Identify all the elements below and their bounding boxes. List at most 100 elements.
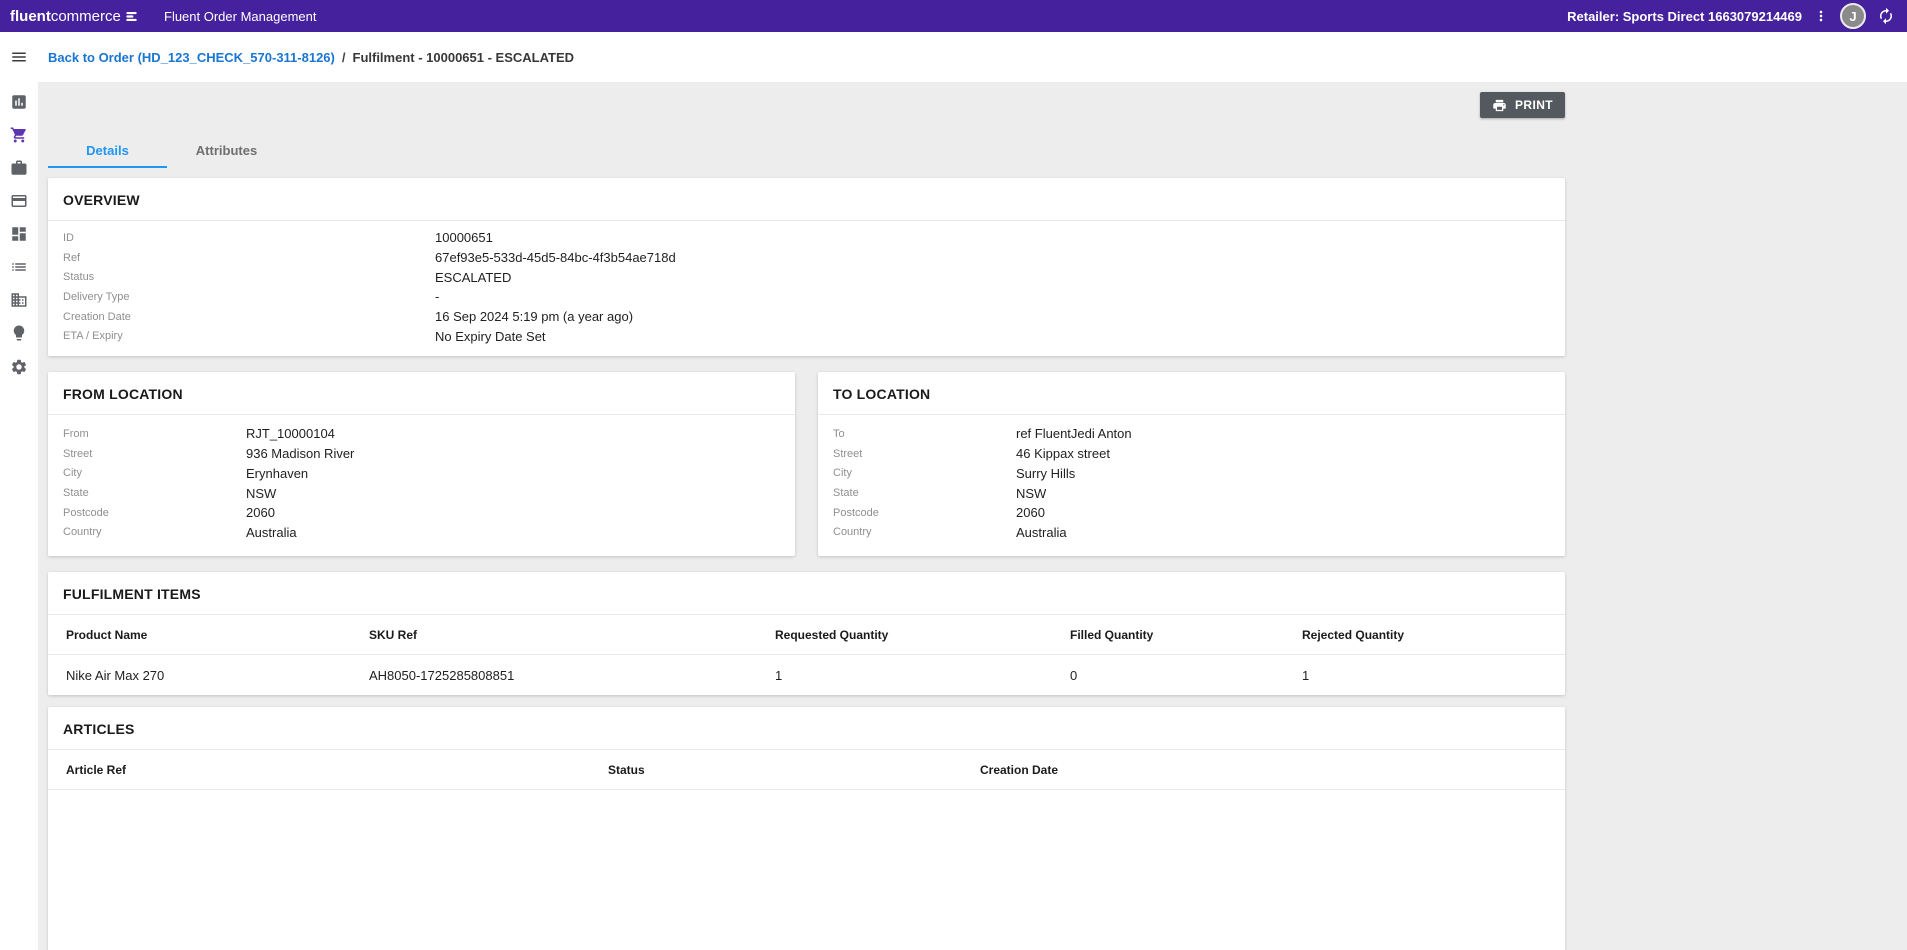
overview-row-delivery-type: Delivery Type-: [48, 287, 1565, 307]
brand-mark-icon: [125, 10, 138, 23]
field-label: To: [833, 428, 1016, 440]
field-label: Creation Date: [63, 311, 435, 323]
left-nav-rail: [0, 32, 38, 950]
overview-row-id: ID10000651: [48, 228, 1565, 248]
from-location-rows: FromRJT_10000104 Street936 Madison River…: [48, 415, 795, 556]
field-value: RJT_10000104: [246, 426, 795, 441]
print-button-label: PRINT: [1515, 98, 1553, 112]
overview-row-eta-expiry: ETA / ExpiryNo Expiry Date Set: [48, 326, 1565, 346]
to-location-card: TO LOCATION Toref FluentJedi Anton Stree…: [818, 372, 1565, 556]
overview-rows: ID10000651 Ref67ef93e5-533d-45d5-84bc-4f…: [48, 221, 1565, 356]
status-value: ESCALATED: [435, 270, 1565, 285]
field-label: Postcode: [63, 507, 246, 519]
from-row-city: CityErynhaven: [48, 464, 795, 484]
field-label: City: [63, 467, 246, 479]
kebab-menu-icon[interactable]: [1813, 6, 1829, 26]
fluent-commerce-logo[interactable]: fluentcommerce: [10, 9, 160, 24]
sidebar-item-settings[interactable]: [0, 350, 38, 383]
sidebar-item-insights[interactable]: [0, 316, 38, 349]
brand-text-bold: fluent: [10, 8, 51, 25]
field-label: Country: [833, 526, 1016, 538]
shopping-cart-icon: [10, 126, 28, 144]
from-location-card-title: FROM LOCATION: [48, 372, 795, 415]
bar-chart-icon: [10, 93, 28, 111]
topbar-right-group: Retailer: Sports Direct 1663079214469 J: [1567, 3, 1895, 29]
field-label: Street: [63, 448, 246, 460]
breadcrumb: Back to Order (HD_123_CHECK_570-311-8126…: [38, 32, 1907, 82]
column-header: Filled Quantity: [1052, 628, 1284, 642]
sidebar-item-dashboard[interactable]: [0, 217, 38, 250]
field-label: Status: [63, 271, 435, 283]
hamburger-menu-button[interactable]: [0, 32, 38, 82]
sku-ref-cell: AH8050-1725285808851: [351, 668, 757, 683]
column-header: Status: [590, 763, 962, 777]
field-value: Erynhaven: [246, 466, 795, 481]
requested-quantity-cell: 1: [757, 668, 1052, 683]
rejected-quantity-cell: 1: [1284, 668, 1565, 683]
to-row-city: CitySurry Hills: [818, 464, 1565, 484]
sync-icon[interactable]: [1877, 7, 1895, 25]
column-header: Article Ref: [48, 763, 590, 777]
overview-card: OVERVIEW ID10000651 Ref67ef93e5-533d-45d…: [48, 178, 1565, 356]
retailer-label: Retailer: Sports Direct 1663079214469: [1567, 9, 1802, 24]
from-row-street: Street936 Madison River: [48, 444, 795, 464]
breadcrumb-back-to-order-link[interactable]: Back to Order (HD_123_CHECK_570-311-8126…: [48, 50, 335, 65]
field-value: 10000651: [435, 230, 1565, 245]
field-label: Street: [833, 448, 1016, 460]
from-row-postcode: Postcode2060: [48, 503, 795, 523]
sidebar-item-analytics[interactable]: [0, 85, 38, 118]
sidebar-item-locations[interactable]: [0, 283, 38, 316]
brand-text-light: commerce: [51, 8, 121, 25]
field-value: 16 Sep 2024 5:19 pm (a year ago): [435, 309, 1565, 324]
fulfilment-items-card-title: FULFILMENT ITEMS: [48, 572, 1565, 615]
field-label: State: [63, 487, 246, 499]
field-label: ID: [63, 232, 435, 244]
content-background: PRINT Details Attributes OVERVIEW ID1000…: [38, 82, 1907, 950]
hamburger-icon: [10, 48, 28, 66]
field-label: City: [833, 467, 1016, 479]
sidebar-item-inventory[interactable]: [0, 151, 38, 184]
field-label: Postcode: [833, 507, 1016, 519]
field-label: State: [833, 487, 1016, 499]
field-value: NSW: [1016, 486, 1565, 501]
articles-table-header: Article Ref Status Creation Date: [48, 750, 1565, 790]
product-name-cell: Nike Air Max 270: [48, 668, 351, 683]
from-row-country: CountryAustralia: [48, 523, 795, 543]
field-label: Delivery Type: [63, 291, 435, 303]
field-value: Australia: [246, 525, 795, 540]
to-row-to: Toref FluentJedi Anton: [818, 424, 1565, 444]
fulfilment-item-row[interactable]: Nike Air Max 270 AH8050-1725285808851 1 …: [48, 655, 1565, 695]
to-location-rows: Toref FluentJedi Anton Street46 Kippax s…: [818, 415, 1565, 556]
fulfilment-items-table-header: Product Name SKU Ref Requested Quantity …: [48, 615, 1565, 655]
field-value: ref FluentJedi Anton: [1016, 426, 1565, 441]
brand-text: fluentcommerce: [10, 9, 121, 24]
location-cards-row: FROM LOCATION FromRJT_10000104 Street936…: [48, 372, 1565, 556]
column-header: SKU Ref: [351, 628, 757, 642]
field-value: -: [435, 289, 1565, 304]
field-label: From: [63, 428, 246, 440]
field-value: 2060: [246, 505, 795, 520]
printer-icon: [1492, 98, 1507, 113]
field-label: ETA / Expiry: [63, 330, 435, 342]
field-value: Surry Hills: [1016, 466, 1565, 481]
overview-row-status: StatusESCALATED: [48, 267, 1565, 287]
actions-row: PRINT: [48, 92, 1565, 118]
user-avatar[interactable]: J: [1840, 3, 1866, 29]
sidebar-item-payments[interactable]: [0, 184, 38, 217]
tab-attributes[interactable]: Attributes: [167, 135, 286, 168]
field-value: 936 Madison River: [246, 446, 795, 461]
settings-icon: [10, 358, 28, 376]
fulfilment-items-card: FULFILMENT ITEMS Product Name SKU Ref Re…: [48, 572, 1565, 695]
sidebar-item-orders[interactable]: [0, 118, 38, 151]
breadcrumb-separator: /: [342, 50, 346, 65]
dashboard-icon: [10, 225, 28, 243]
field-label: Ref: [63, 252, 435, 264]
breadcrumb-current: Fulfilment - 10000651 - ESCALATED: [353, 50, 575, 65]
print-button[interactable]: PRINT: [1480, 92, 1565, 118]
overview-row-creation-date: Creation Date16 Sep 2024 5:19 pm (a year…: [48, 307, 1565, 327]
field-value: 67ef93e5-533d-45d5-84bc-4f3b54ae718d: [435, 250, 1565, 265]
tab-details[interactable]: Details: [48, 135, 167, 168]
sidebar-item-lists[interactable]: [0, 250, 38, 283]
rail-icon-list: [0, 85, 38, 383]
field-value: No Expiry Date Set: [435, 329, 1565, 344]
